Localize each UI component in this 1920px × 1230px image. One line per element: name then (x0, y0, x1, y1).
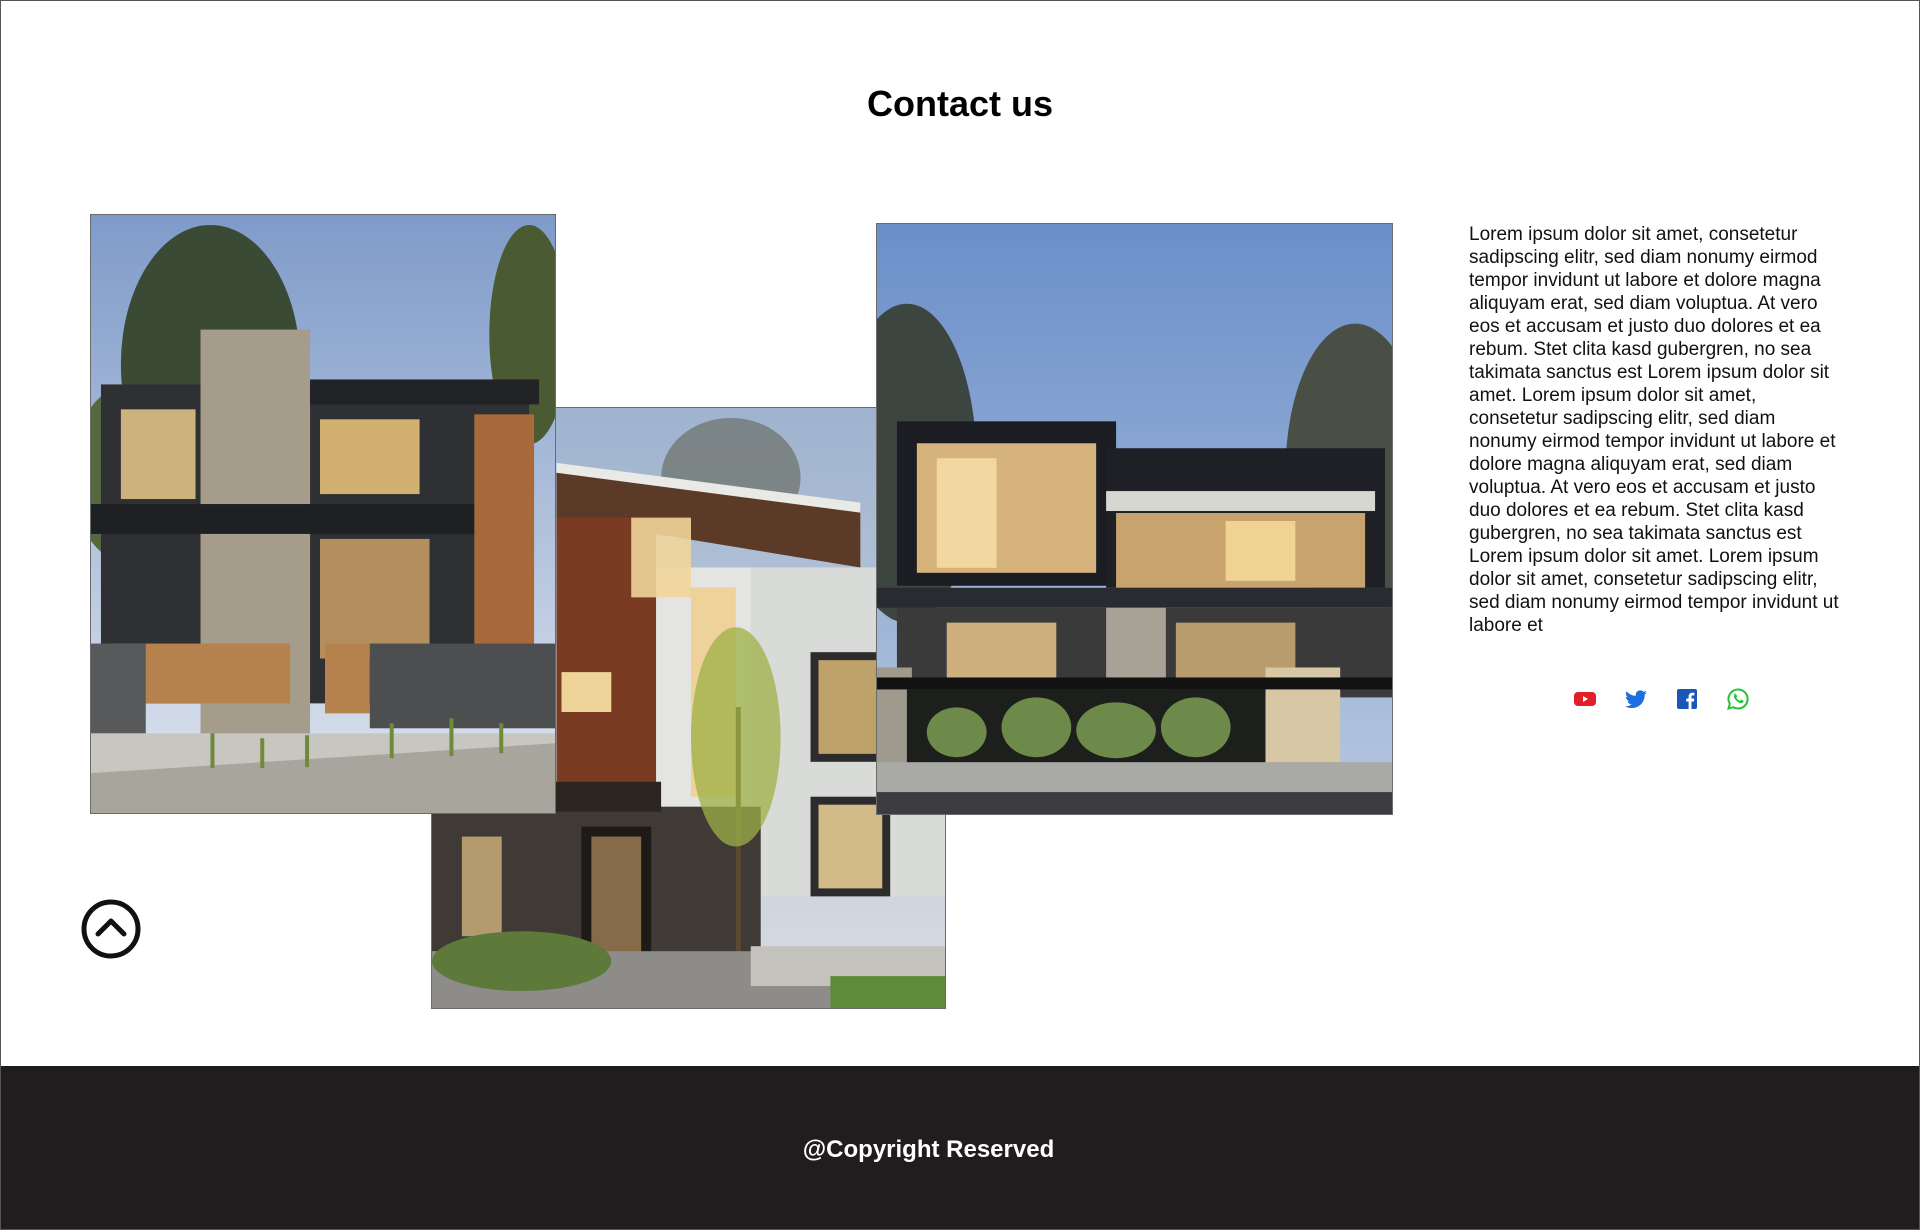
facebook-icon (1677, 689, 1697, 709)
social-links (1573, 687, 1750, 711)
page-title: Contact us (866, 83, 1053, 124)
whatsapp-icon (1727, 688, 1749, 710)
facebook-link[interactable] (1675, 687, 1699, 711)
house-photo-1 (90, 214, 556, 814)
contact-description: Lorem ipsum dolor sit amet, consetetur s… (1469, 224, 1839, 636)
chevron-up-circle-icon (81, 899, 141, 959)
copyright-text: @Copyright Reserved (802, 1136, 1055, 1163)
whatsapp-link[interactable] (1726, 687, 1750, 711)
twitter-icon (1625, 690, 1647, 709)
twitter-link[interactable] (1624, 687, 1648, 711)
youtube-icon (1574, 692, 1596, 706)
youtube-link[interactable] (1573, 687, 1597, 711)
contact-page: Contact us Lorem ipsum dolor sit amet, c… (0, 0, 1920, 1230)
house-photo-3 (876, 223, 1393, 815)
scroll-to-top-button[interactable] (81, 899, 141, 959)
